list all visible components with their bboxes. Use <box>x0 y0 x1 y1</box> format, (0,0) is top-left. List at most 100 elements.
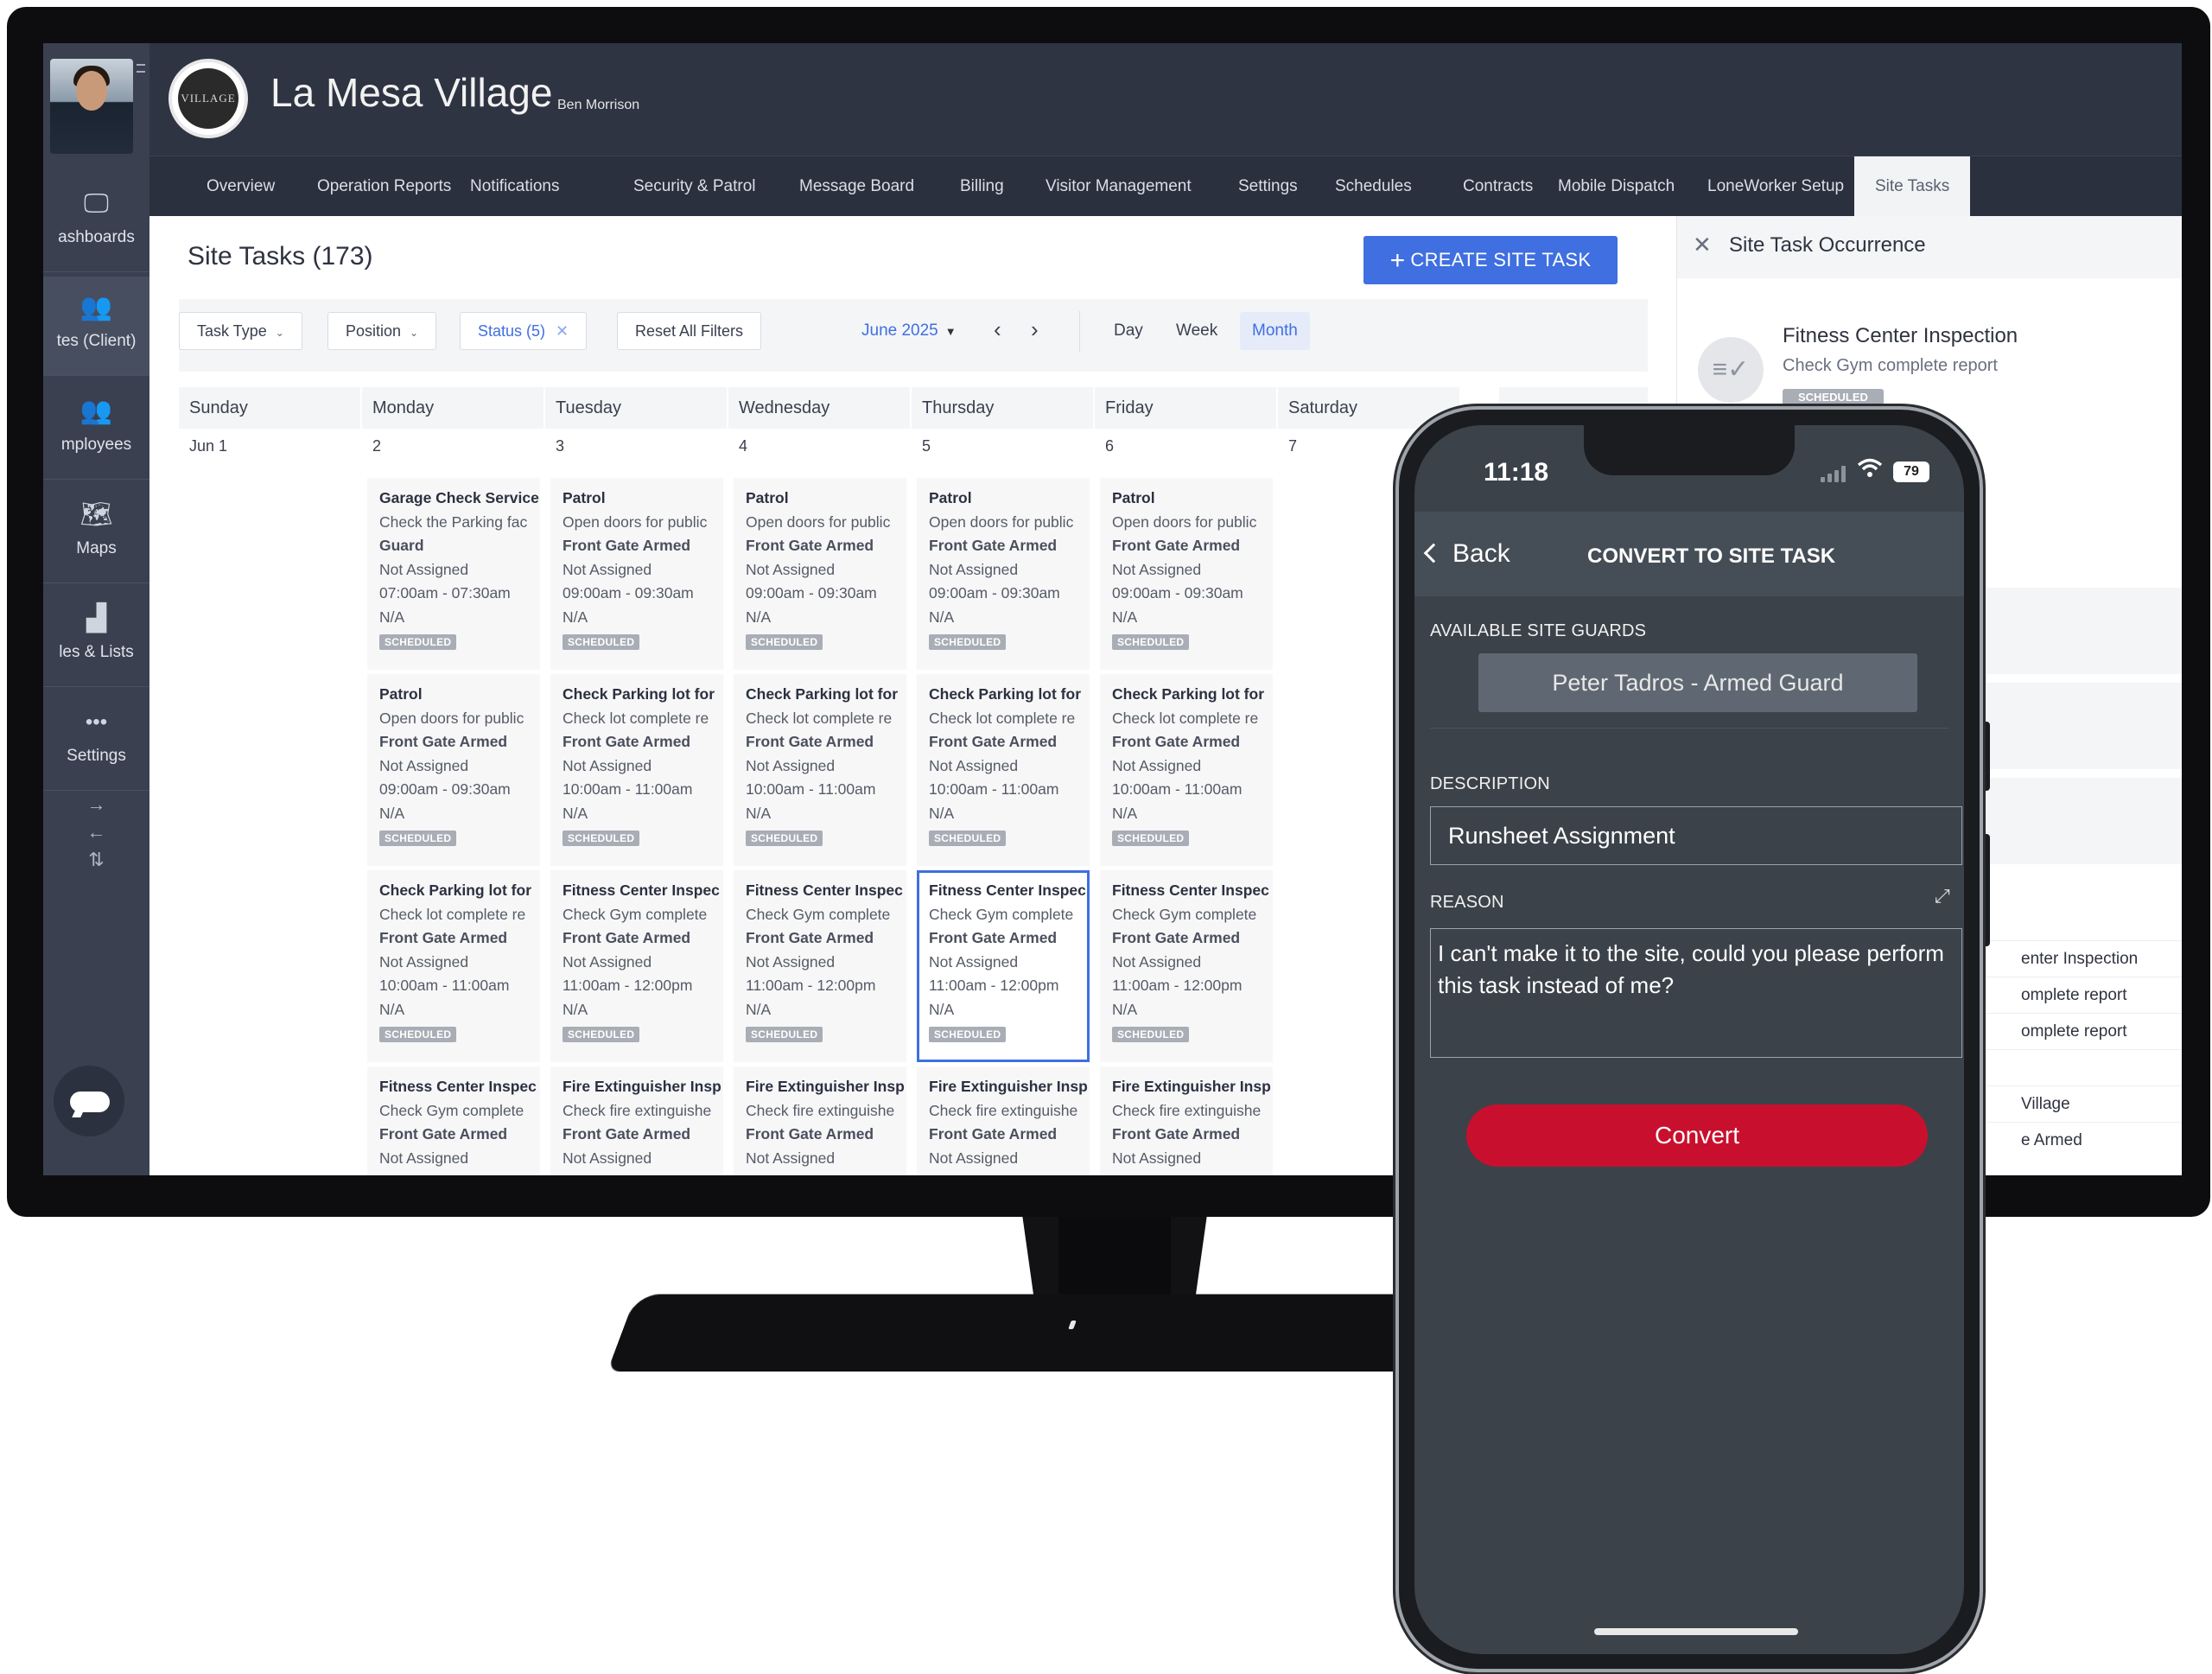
sidebar-item-2[interactable]: 👥 mployees <box>43 380 149 480</box>
date-number: 6 <box>1105 437 1115 455</box>
sidebar-item-4[interactable]: ▟ les & Lists <box>43 588 149 687</box>
task-time: 09:00am - 09:30am <box>1112 584 1243 601</box>
sidebar-item-3[interactable]: 🗺 Maps <box>43 484 149 583</box>
task-card[interactable]: Patrol Open doors for public Front Gate Ar… <box>734 478 906 670</box>
task-card[interactable]: Fitness Center Inspec Check Gym complete F… <box>1100 870 1273 1062</box>
task-card[interactable]: Fitness Center Inspec Check Gym complete F… <box>734 870 906 1062</box>
tab-message-board[interactable]: Message Board <box>799 156 914 217</box>
reason-field[interactable]: I can't make it to the site, could you p… <box>1430 928 1962 1058</box>
task-desc: Check lot complete re <box>379 905 526 923</box>
task-card[interactable]: Patrol Open doors for public Front Gate Ar… <box>1100 478 1273 670</box>
task-card[interactable]: Patrol Open doors for public Front Gate Ar… <box>550 478 723 670</box>
phone-screen: 11:18 79 Back CONVERT TO SITE TASK AVAIL… <box>1414 425 1964 1654</box>
task-card[interactable]: Check Parking lot for Check lot complete … <box>734 674 906 866</box>
task-assignee: Not Assigned <box>563 952 652 971</box>
task-card[interactable]: Fire Extinguisher Insp Check fire extingu… <box>1100 1066 1273 1175</box>
tab-schedules[interactable]: Schedules <box>1335 156 1412 217</box>
task-time: 12:00pm - 01:00pm <box>746 1170 906 1175</box>
top-header: VILLAGE La Mesa Village Ben Morrison <box>149 43 2182 156</box>
tab-contracts[interactable]: Contracts <box>1463 156 1533 217</box>
description-field[interactable]: Runsheet Assignment <box>1430 806 1962 865</box>
position-filter[interactable]: Position ⌄ <box>327 312 437 350</box>
task-card[interactable]: Garage Check Service Check the Parking fa… <box>367 478 540 670</box>
task-card[interactable]: Check Parking lot for Check lot complete … <box>367 870 540 1062</box>
avatar[interactable] <box>50 59 133 154</box>
task-title: Fire Extinguisher Insp <box>746 1078 905 1095</box>
arrow-left-icon[interactable]: ← <box>43 818 149 846</box>
sidebar-item-0[interactable]: 🖵 ashboards <box>43 173 149 272</box>
task-card[interactable]: Fire Extinguisher Insp Check fire extingu… <box>734 1066 906 1175</box>
wifi-icon <box>1857 458 1883 484</box>
tab-security-patrol[interactable]: Security & Patrol <box>633 156 756 217</box>
task-title: Garage Check Service <box>379 489 539 506</box>
status-badge: SCHEDULED <box>1112 831 1190 846</box>
task-title: Fitness Center Inspec <box>1112 882 1269 899</box>
task-card[interactable]: Fire Extinguisher Insp Check fire extingu… <box>917 1066 1090 1175</box>
tab-overview[interactable]: Overview <box>207 156 275 217</box>
task-card[interactable]: Fire Extinguisher Insp Check fire extingu… <box>550 1066 723 1175</box>
main-nav: Overview Operation Reports Notifications Se… <box>149 156 2182 217</box>
task-assignee: Not Assigned <box>1112 756 1202 774</box>
filter-bar: Task Type ⌄ Position ⌄ Status (5) ✕ Reset A… <box>179 299 1648 372</box>
monitor-stand <box>1058 1210 1171 1305</box>
task-time: 09:00am - 09:30am <box>746 584 877 601</box>
task-time: 12:00pm - 01:00pm <box>563 1170 723 1175</box>
status-filter[interactable]: Status (5) ✕ <box>460 312 588 350</box>
menu-icon[interactable] <box>137 64 145 73</box>
tab-site-tasks[interactable]: Site Tasks <box>1854 156 1971 217</box>
swap-vertical-icon[interactable]: ⇅ <box>43 846 149 874</box>
task-position: Front Gate Armed <box>746 537 874 554</box>
month-picker[interactable]: June 2025 ▼ <box>861 321 957 341</box>
chevron-right-icon[interactable]: › <box>1031 316 1039 343</box>
task-position: Front Gate Armed <box>746 929 874 946</box>
expand-icon[interactable]: ⤢ <box>1935 885 1950 907</box>
status-badge: SCHEDULED <box>379 831 457 846</box>
tab-loneworker-setup[interactable]: LoneWorker Setup <box>1707 156 1844 217</box>
view-month-button[interactable]: Month <box>1240 312 1310 350</box>
monitor-icon: 🖵 <box>84 189 109 218</box>
panel-title: Site Task Occurrence <box>1729 233 1926 257</box>
tab-settings[interactable]: Settings <box>1238 156 1298 217</box>
chevron-left-icon[interactable]: ‹ <box>994 316 1001 343</box>
chevron-left-icon <box>1423 543 1444 563</box>
task-card[interactable]: Check Parking lot for Check lot complete … <box>917 674 1090 866</box>
panel-field-value: omplete report <box>2021 1022 2127 1041</box>
sidebar-item-1[interactable]: 👥 tes (Client) <box>43 277 149 376</box>
site-logo[interactable]: VILLAGE <box>168 59 248 138</box>
view-day-button[interactable]: Day <box>1102 312 1155 350</box>
chat-button[interactable] <box>54 1066 124 1136</box>
task-title: Patrol <box>563 489 606 506</box>
create-site-task-button[interactable]: + CREATE SITE TASK <box>1363 236 1618 284</box>
task-card[interactable]: Check Parking lot for Check lot complete … <box>550 674 723 866</box>
task-assignee: Not Assigned <box>746 1149 836 1167</box>
task-card[interactable]: Patrol Open doors for public Front Gate Ar… <box>367 674 540 866</box>
close-icon[interactable]: ✕ <box>1693 232 1712 258</box>
back-button[interactable]: Back <box>1423 539 1510 569</box>
task-desc: Open doors for public <box>929 512 1074 531</box>
task-type-filter[interactable]: Task Type ⌄ <box>179 312 302 350</box>
arrow-right-icon[interactable]: → <box>43 791 149 818</box>
reset-filters-button[interactable]: Reset All Filters <box>617 312 762 350</box>
convert-button[interactable]: Convert <box>1466 1104 1928 1167</box>
tab-visitor-management[interactable]: Visitor Management <box>1046 156 1192 217</box>
task-card[interactable]: Fitness Center Inspec Check Gym complete F… <box>917 870 1090 1062</box>
guard-select[interactable]: Peter Tadros - Armed Guard <box>1478 653 1917 712</box>
task-card[interactable]: Check Parking lot for Check lot complete … <box>1100 674 1273 866</box>
status-badge: SCHEDULED <box>929 1027 1007 1042</box>
tab-notifications[interactable]: Notifications <box>470 156 560 217</box>
view-week-button[interactable]: Week <box>1164 312 1230 350</box>
tab-mobile-dispatch[interactable]: Mobile Dispatch <box>1558 156 1675 217</box>
task-list-icon: ≡✓ <box>1698 337 1764 403</box>
status-badge: SCHEDULED <box>379 1027 457 1042</box>
tab-billing[interactable]: Billing <box>960 156 1004 217</box>
task-desc: Check Gym complete <box>746 905 891 923</box>
task-location: N/A <box>1112 608 1138 626</box>
panel-field-value: Village <box>2021 1095 2070 1113</box>
task-card[interactable]: Fitness Center Inspec Check Gym complete F… <box>550 870 723 1062</box>
sidebar-arrows[interactable]: → ← ⇅ <box>43 791 149 874</box>
home-indicator[interactable] <box>1594 1628 1798 1635</box>
task-card[interactable]: Patrol Open doors for public Front Gate Ar… <box>917 478 1090 670</box>
sidebar-item-5[interactable]: ••• Settings <box>43 691 149 791</box>
tab-operation-reports[interactable]: Operation Reports <box>317 156 451 217</box>
task-card[interactable]: Fitness Center Inspec Check Gym complete F… <box>367 1066 540 1175</box>
